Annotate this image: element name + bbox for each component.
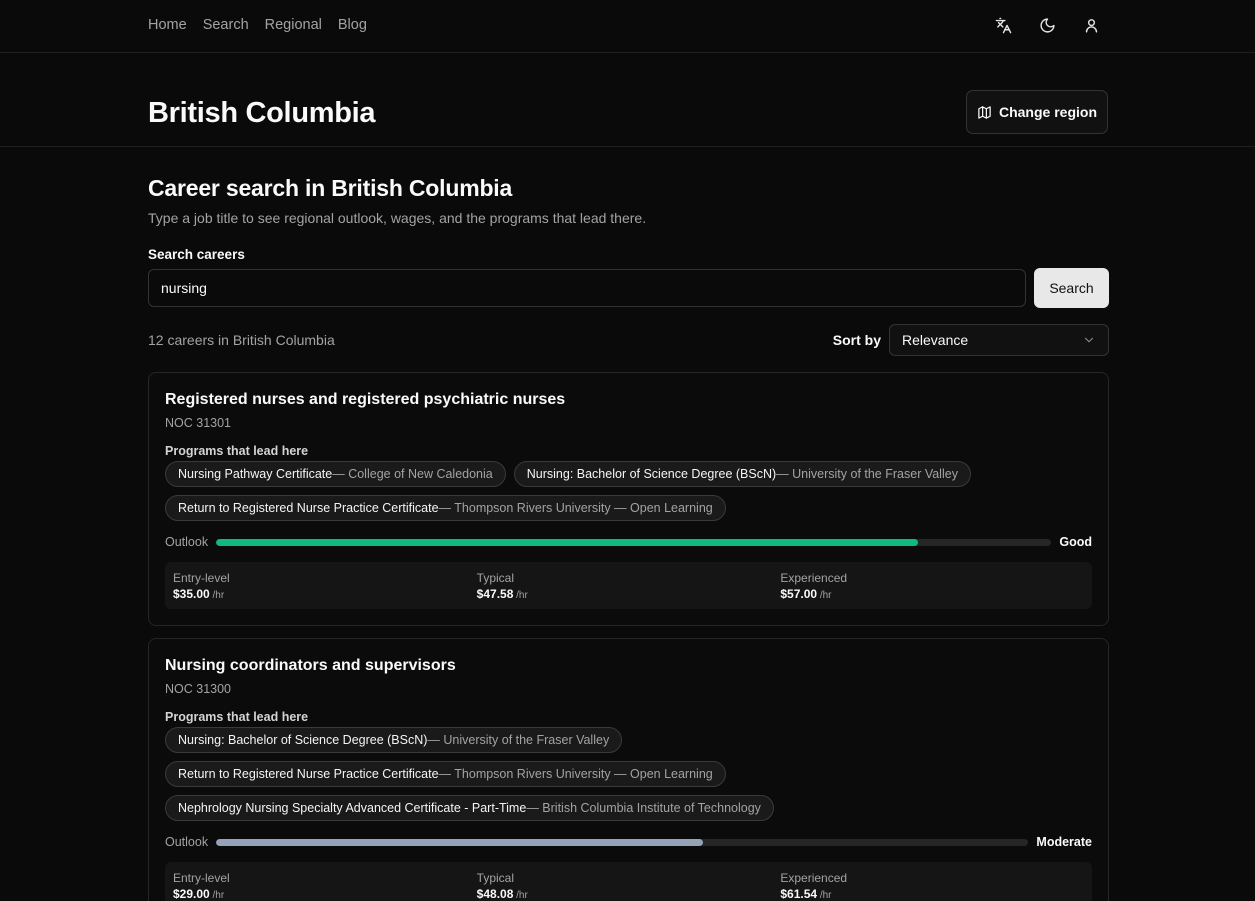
wage-unit: /hr xyxy=(209,890,225,901)
region-title: British Columbia xyxy=(148,97,376,129)
outlook-label: Outlook xyxy=(165,535,209,549)
outlook-label: Outlook xyxy=(165,835,209,849)
programs-label: Programs that lead here xyxy=(165,444,309,458)
top-nav: Home Search Regional Blog xyxy=(0,0,1255,53)
nav-link-regional[interactable]: Regional xyxy=(265,17,322,33)
map-icon xyxy=(978,105,991,119)
wage-unit: /hr xyxy=(513,590,528,601)
region-header: British Columbia Change region xyxy=(0,53,1255,147)
wage-typical: Typical $47.58 /hr xyxy=(476,571,781,601)
wage-label: Entry-level xyxy=(173,871,230,885)
wage-experienced: Experienced $61.54 /hr xyxy=(780,871,1084,901)
program-name: Nursing: Bachelor of Science Degree (BSc… xyxy=(178,733,428,747)
nav-link-blog[interactable]: Blog xyxy=(338,17,367,33)
outlook-value: Moderate xyxy=(1036,835,1092,849)
outlook-bar-fill xyxy=(216,838,704,846)
program-chip[interactable]: Return to Registered Nurse Practice Cert… xyxy=(165,495,726,521)
wage-entry: Entry-level $29.00 /hr xyxy=(173,871,477,901)
nav-link-home[interactable]: Home xyxy=(148,17,187,33)
program-chip[interactable]: Nursing Pathway Certificate — College of… xyxy=(165,461,506,487)
program-chips: Nursing: Bachelor of Science Degree (BSc… xyxy=(165,727,1092,821)
career-card[interactable]: Nursing coordinators and supervisors NOC… xyxy=(148,638,1109,901)
wage-value: $57.00 /hr xyxy=(780,587,1084,601)
sort-value: Relevance xyxy=(902,332,969,348)
program-name: Return to Registered Nurse Practice Cert… xyxy=(178,767,439,781)
program-institution: — Thompson Rivers University — Open Lear… xyxy=(438,501,713,515)
wage-amount: $57.00 xyxy=(780,587,818,601)
outlook-bar xyxy=(216,838,1029,846)
program-institution: — University of the Fraser Valley xyxy=(427,733,610,747)
program-name: Return to Registered Nurse Practice Cert… xyxy=(178,501,439,515)
wage-unit: /hr xyxy=(817,890,832,901)
wage-panel: Entry-level $35.00 /hr Typical $47.58 /h… xyxy=(165,562,1092,609)
program-chip[interactable]: Return to Registered Nurse Practice Cert… xyxy=(165,761,726,787)
search-button[interactable]: Search xyxy=(1034,268,1109,308)
career-noc: NOC 31301 xyxy=(165,416,232,430)
wage-experienced: Experienced $57.00 /hr xyxy=(780,571,1084,601)
sort-select[interactable]: Relevance xyxy=(889,324,1109,356)
outlook-row: Outlook Moderate xyxy=(165,832,1092,852)
program-chip[interactable]: Nursing: Bachelor of Science Degree (BSc… xyxy=(513,461,971,487)
career-card[interactable]: Registered nurses and registered psychia… xyxy=(148,372,1109,626)
program-institution: — College of New Caledonia xyxy=(332,467,493,481)
wage-value: $29.00 /hr xyxy=(173,887,477,901)
program-institution: — University of the Fraser Valley xyxy=(776,467,958,481)
change-region-label: Change region xyxy=(998,104,1097,120)
search-title: Career search in British Columbia xyxy=(148,175,513,201)
sort-control: Sort by Relevance xyxy=(833,324,1109,356)
wage-label: Typical xyxy=(476,871,515,885)
wage-unit: /hr xyxy=(817,590,832,601)
results-count: 12 careers in British Columbia xyxy=(148,332,335,348)
user-icon[interactable] xyxy=(1082,15,1100,35)
program-name: Nursing: Bachelor of Science Degree (BSc… xyxy=(526,467,777,481)
wage-label: Experienced xyxy=(780,871,848,885)
chevron-down-icon xyxy=(1084,337,1094,343)
wage-unit: /hr xyxy=(209,590,225,601)
program-chip[interactable]: Nursing: Bachelor of Science Degree (BSc… xyxy=(165,727,623,753)
program-chips: Nursing Pathway Certificate — College of… xyxy=(165,461,1092,521)
results-row: 12 careers in British Columbia Sort by R… xyxy=(148,324,1109,356)
search-label: Search careers xyxy=(148,247,245,262)
search-row: Search xyxy=(148,268,1109,308)
moon-icon[interactable] xyxy=(1038,15,1056,35)
wage-value: $35.00 /hr xyxy=(173,587,477,601)
translate-icon[interactable] xyxy=(994,15,1012,35)
wage-typical: Typical $48.08 /hr xyxy=(476,871,781,901)
nav-link-search[interactable]: Search xyxy=(203,17,249,33)
career-title[interactable]: Nursing coordinators and supervisors xyxy=(165,657,1092,675)
program-name: Nursing Pathway Certificate xyxy=(178,467,333,481)
wage-amount: $48.08 xyxy=(476,887,514,901)
outlook-bar xyxy=(216,538,1052,546)
wage-value: $61.54 /hr xyxy=(780,887,1084,901)
career-title[interactable]: Registered nurses and registered psychia… xyxy=(165,391,1092,409)
program-institution: — British Columbia Institute of Technolo… xyxy=(526,801,761,815)
change-region-button[interactable]: Change region xyxy=(966,90,1108,134)
wage-unit: /hr xyxy=(513,890,528,901)
outlook-bar-fill xyxy=(216,538,918,546)
nav-icons xyxy=(994,15,1100,35)
search-subtitle: Type a job title to see regional outlook… xyxy=(148,210,647,226)
wage-amount: $47.58 xyxy=(476,587,514,601)
wage-panel: Entry-level $29.00 /hr Typical $48.08 /h… xyxy=(165,862,1092,901)
programs-label: Programs that lead here xyxy=(165,710,309,724)
wage-label: Experienced xyxy=(780,571,848,585)
career-noc: NOC 31300 xyxy=(165,682,232,696)
sort-label: Sort by xyxy=(832,332,881,348)
outlook-row: Outlook Good xyxy=(165,532,1092,552)
wage-amount: $61.54 xyxy=(780,887,818,901)
wage-label: Entry-level xyxy=(173,571,230,585)
main-content: Career search in British Columbia Type a… xyxy=(148,148,1109,901)
wage-amount: $35.00 xyxy=(173,587,210,601)
wage-entry: Entry-level $35.00 /hr xyxy=(173,571,477,601)
search-input[interactable] xyxy=(148,269,1026,307)
wage-value: $48.08 /hr xyxy=(477,887,781,901)
program-chip[interactable]: Nephrology Nursing Specialty Advanced Ce… xyxy=(165,795,774,821)
nav-links: Home Search Regional Blog xyxy=(148,17,367,33)
wage-label: Typical xyxy=(476,571,515,585)
program-institution: — Thompson Rivers University — Open Lear… xyxy=(438,767,713,781)
wage-value: $47.58 /hr xyxy=(477,587,781,601)
outlook-value: Good xyxy=(1059,535,1092,549)
program-name: Nephrology Nursing Specialty Advanced Ce… xyxy=(178,801,527,815)
wage-amount: $29.00 xyxy=(173,887,210,901)
